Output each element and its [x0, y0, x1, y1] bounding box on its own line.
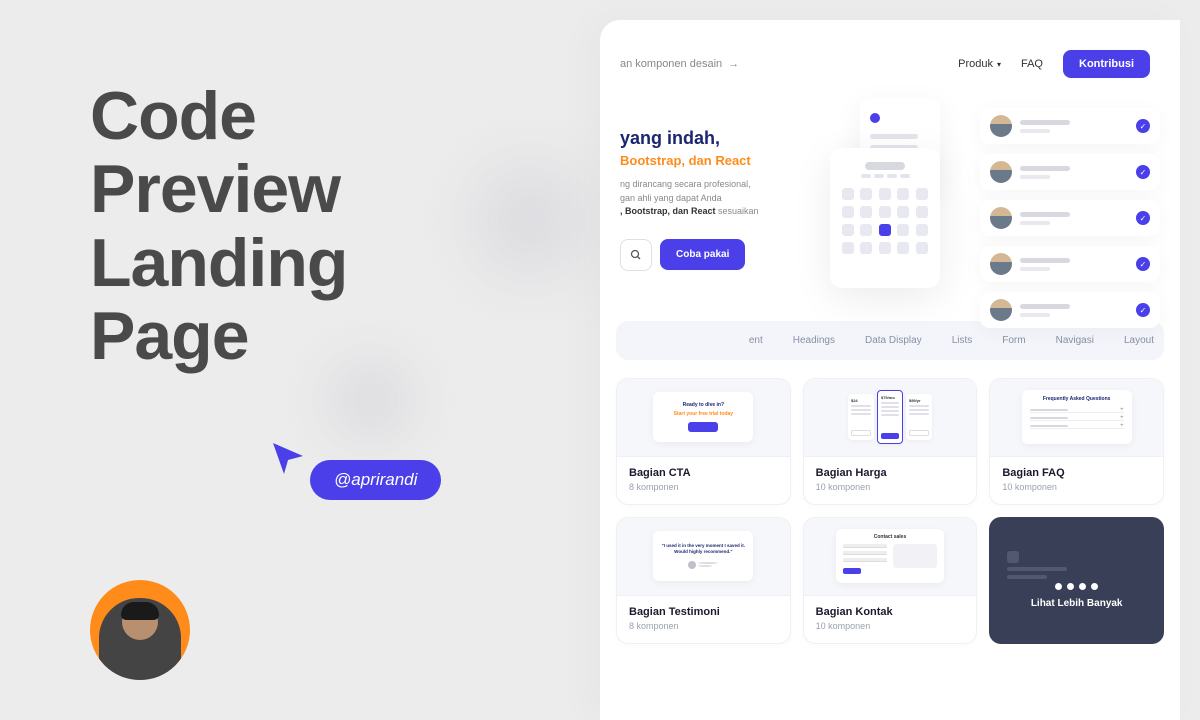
hero-copy: yang indah, Bootstrap, dan React ng dira…: [620, 128, 820, 271]
check-icon: ✓: [1136, 211, 1150, 225]
landing-preview-panel: an komponen desain → Produk ▾ FAQ Kontri…: [600, 20, 1180, 720]
user-row: ✓: [980, 154, 1160, 190]
check-icon: ✓: [1136, 303, 1150, 317]
check-icon: ✓: [1136, 257, 1150, 271]
card-thumbnail: Ready to dive in? Start your free trial …: [617, 379, 790, 457]
card-thumbnail: $24 $79/mo $99/yr: [804, 379, 977, 457]
check-icon: ✓: [1136, 119, 1150, 133]
more-label: Lihat Lebih Banyak: [1031, 598, 1123, 609]
nav-right: Produk ▾ FAQ Kontribusi: [958, 50, 1150, 78]
card-cta[interactable]: Ready to dive in? Start your free trial …: [616, 378, 791, 505]
blur-decoration: [440, 130, 620, 310]
card-subtitle: 8 komponen: [629, 621, 778, 631]
hero-section: yang indah, Bootstrap, dan React ng dira…: [610, 98, 1170, 311]
arrow-right-icon: →: [728, 58, 739, 70]
try-button[interactable]: Coba pakai: [660, 239, 745, 270]
card-title: Bagian Kontak: [816, 606, 965, 618]
card-harga[interactable]: $24 $79/mo $99/yr Bagian Harga 10 kompon…: [803, 378, 978, 505]
card-testimoni[interactable]: "I used it in the very moment I saved it…: [616, 517, 791, 644]
card-thumbnail: Frequently Asked Questions: [990, 379, 1163, 457]
hero-illustration: ✓ ✓ ✓ ✓ ✓: [810, 98, 1180, 378]
card-title: Bagian Testimoni: [629, 606, 778, 618]
blur-decoration: [300, 340, 440, 460]
topbar: an komponen desain → Produk ▾ FAQ Kontri…: [610, 40, 1170, 98]
user-row: ✓: [980, 108, 1160, 144]
chevron-down-icon: ▾: [997, 60, 1001, 69]
dots-icon: [1055, 583, 1098, 590]
illustration-user-list: ✓ ✓ ✓ ✓ ✓: [980, 108, 1160, 338]
card-faq[interactable]: Frequently Asked Questions Bagian FAQ 10…: [989, 378, 1164, 505]
card-subtitle: 10 komponen: [816, 621, 965, 631]
hero-heading: yang indah,: [620, 128, 820, 149]
card-subtitle: 8 komponen: [629, 482, 778, 492]
check-icon: ✓: [1136, 165, 1150, 179]
card-thumbnail: Contact sales: [804, 518, 977, 596]
user-row: ✓: [980, 246, 1160, 282]
tab-item[interactable]: ent: [749, 335, 763, 346]
hero-paragraph: ng dirancang secara profesional, gan ahl…: [620, 178, 820, 219]
nav-faq[interactable]: FAQ: [1021, 58, 1043, 70]
search-icon: [630, 249, 642, 261]
card-title: Bagian Harga: [816, 467, 965, 479]
breadcrumb: an komponen desain →: [620, 58, 739, 70]
nav-produk[interactable]: Produk ▾: [958, 58, 1001, 70]
user-row: ✓: [980, 200, 1160, 236]
promo-left-panel: Code Preview Landing Page @aprirandi: [0, 0, 600, 720]
card-kontak[interactable]: Contact sales Bagian Kontak 10 komponen: [803, 517, 978, 644]
hero-subheading: Bootstrap, dan React: [620, 153, 820, 168]
hero-actions: Coba pakai: [620, 239, 820, 271]
illustration-calendar-card: [830, 148, 940, 288]
card-more[interactable]: Lihat Lebih Banyak: [989, 517, 1164, 644]
author-avatar: [90, 580, 190, 680]
card-title: Bagian CTA: [629, 467, 778, 479]
card-thumbnail: "I used it in the very moment I saved it…: [617, 518, 790, 596]
search-button[interactable]: [620, 239, 652, 271]
user-row: ✓: [980, 292, 1160, 328]
kontribusi-button[interactable]: Kontribusi: [1063, 50, 1150, 78]
card-subtitle: 10 komponen: [1002, 482, 1151, 492]
components-grid: Ready to dive in? Start your free trial …: [610, 370, 1170, 652]
author-handle-badge[interactable]: @aprirandi: [310, 460, 441, 500]
card-subtitle: 10 komponen: [816, 482, 965, 492]
card-title: Bagian FAQ: [1002, 467, 1151, 479]
cursor-arrow-icon: [270, 440, 306, 476]
